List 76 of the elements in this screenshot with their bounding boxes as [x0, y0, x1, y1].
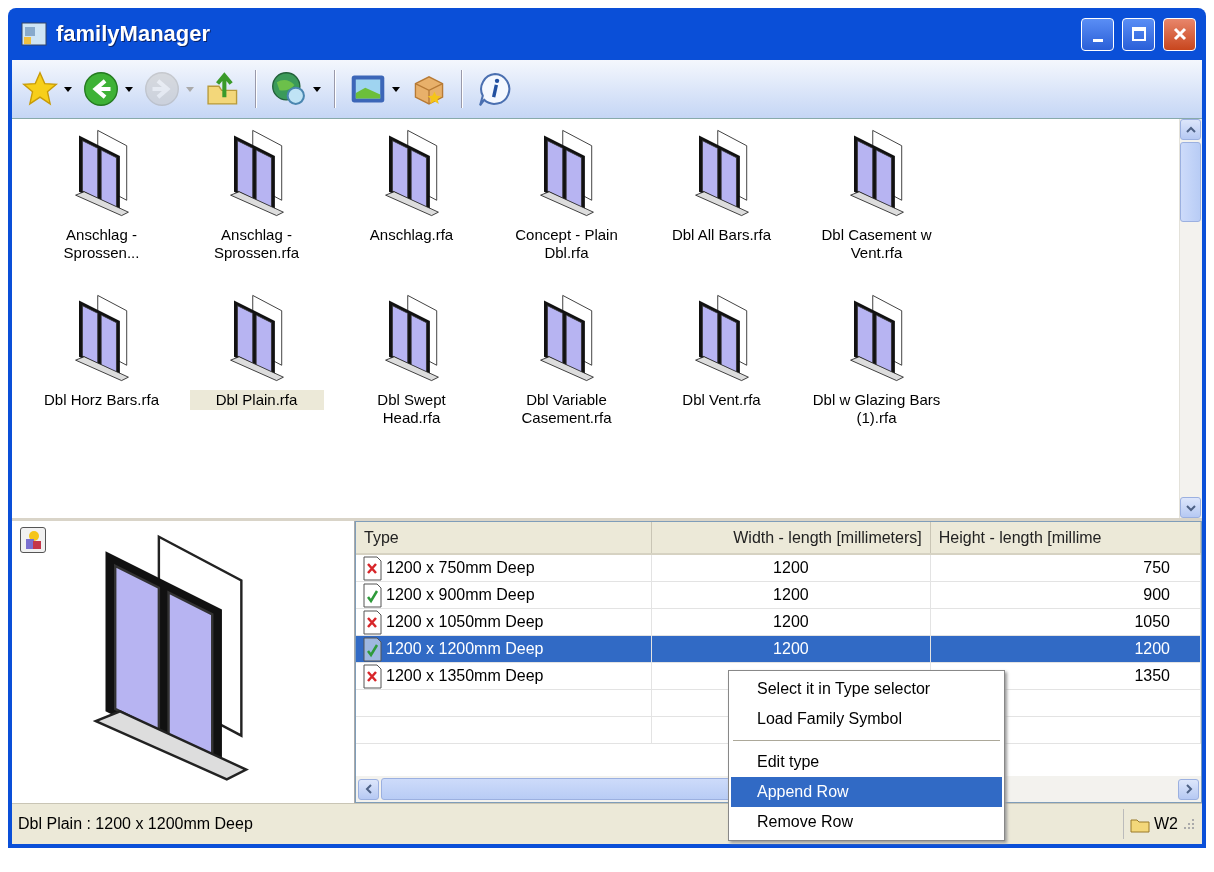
menu-item[interactable]: Edit type [731, 747, 1002, 777]
folder-name: W2 [1154, 815, 1178, 833]
resize-grip-icon [1182, 817, 1196, 831]
file-name: Anschlag.rfa [368, 225, 455, 245]
caret-icon [392, 86, 400, 92]
type-name: 1200 x 1200mm Deep [386, 640, 544, 658]
type-name: 1200 x 1050mm Deep [386, 613, 544, 631]
app-icon [20, 20, 48, 48]
file-item[interactable]: Concept - Plain Dbl.rfa [489, 127, 644, 292]
status-text: Dbl Plain : 1200 x 1200mm Deep [18, 815, 253, 833]
table-cell: 1200 [773, 640, 809, 657]
table-cell: 1200 [773, 613, 809, 630]
file-item[interactable]: Dbl w Glazing Bars (1).rfa [799, 292, 954, 457]
menu-item[interactable]: Load Family Symbol [731, 704, 1002, 734]
caret-icon [186, 86, 194, 92]
file-name: Concept - Plain Dbl.rfa [514, 225, 619, 263]
scroll-left-button[interactable] [358, 778, 379, 800]
window-title: familyManager [56, 21, 212, 47]
file-name: Anschlag - Sprossen... [62, 225, 141, 263]
maximize-button[interactable] [1122, 17, 1155, 51]
file-item[interactable]: Dbl Horz Bars.rfa [24, 292, 179, 457]
type-name: 1200 x 1350mm Deep [386, 667, 544, 685]
file-name: Dbl w Glazing Bars (1).rfa [811, 390, 942, 428]
file-item[interactable]: Dbl Casement w Vent.rfa [799, 127, 954, 292]
file-name: Dbl Horz Bars.rfa [43, 390, 160, 410]
caret-icon [313, 86, 321, 92]
menu-item[interactable]: Select it in Type selector [731, 674, 1002, 704]
table-cell: 1350 [1134, 667, 1170, 684]
table-cell: 900 [1143, 586, 1170, 603]
file-name: Dbl Plain.rfa [189, 390, 324, 410]
file-name: Dbl Casement w Vent.rfa [820, 225, 933, 263]
minimize-icon [1092, 38, 1103, 42]
close-icon [1171, 26, 1188, 42]
scroll-thumb[interactable] [1180, 142, 1201, 222]
column-header[interactable]: Height - length [millime [930, 522, 1201, 554]
table-cell: 750 [1143, 559, 1170, 576]
file-item[interactable]: Dbl Plain.rfa [179, 292, 334, 457]
type-name: 1200 x 900mm Deep [386, 586, 535, 604]
file-item[interactable]: Anschlag - Sprossen.rfa [179, 127, 334, 292]
maximize-icon [1130, 26, 1147, 42]
vertical-scrollbar[interactable] [1179, 119, 1202, 518]
table-row[interactable]: 1200 x 1200mm Deep 1200 1200 [356, 635, 1201, 663]
file-name: Dbl Vent.rfa [681, 390, 762, 410]
table-cell: 1200 [773, 586, 809, 603]
scroll-right-button[interactable] [1178, 778, 1199, 800]
table-cell: 1200 [1134, 640, 1170, 657]
file-name: Dbl Swept Head.rfa [376, 390, 447, 428]
file-item[interactable]: Dbl Swept Head.rfa [334, 292, 489, 457]
caret-icon [64, 86, 72, 92]
file-name: Dbl All Bars.rfa [670, 225, 773, 245]
minimize-button[interactable] [1081, 17, 1114, 51]
file-item[interactable]: Anschlag.rfa [334, 127, 489, 292]
file-name: Dbl Variable Casement.rfa [520, 390, 613, 428]
caret-icon [125, 86, 133, 92]
table-row[interactable]: 1200 x 1050mm Deep 1200 1050 [356, 608, 1201, 636]
scroll-up-button[interactable] [1180, 119, 1201, 140]
table-row[interactable]: 1200 x 750mm Deep 1200 750 [356, 554, 1201, 582]
star-icon [21, 70, 59, 108]
column-header[interactable]: Width - length [millimeters] [651, 522, 931, 554]
file-item[interactable]: Anschlag - Sprossen... [24, 127, 179, 292]
render-button[interactable] [20, 527, 46, 553]
menu-item[interactable]: Remove Row [731, 807, 1002, 837]
file-item[interactable]: Dbl Variable Casement.rfa [489, 292, 644, 457]
file-item[interactable]: Dbl All Bars.rfa [644, 127, 799, 292]
type-name: 1200 x 750mm Deep [386, 559, 535, 577]
table-cell: 1200 [773, 559, 809, 576]
shapes-icon [23, 530, 43, 550]
table-cell: 1050 [1134, 613, 1170, 630]
file-item[interactable]: Dbl Vent.rfa [644, 292, 799, 457]
menu-item[interactable]: Append Row [731, 777, 1002, 807]
file-name: Anschlag - Sprossen.rfa [212, 225, 300, 263]
column-header[interactable]: Type [356, 522, 652, 554]
globe-search-icon [270, 70, 308, 108]
table-row[interactable]: 1200 x 900mm Deep 1200 900 [356, 581, 1201, 609]
scroll-down-button[interactable] [1180, 497, 1201, 518]
close-button[interactable] [1163, 17, 1196, 51]
